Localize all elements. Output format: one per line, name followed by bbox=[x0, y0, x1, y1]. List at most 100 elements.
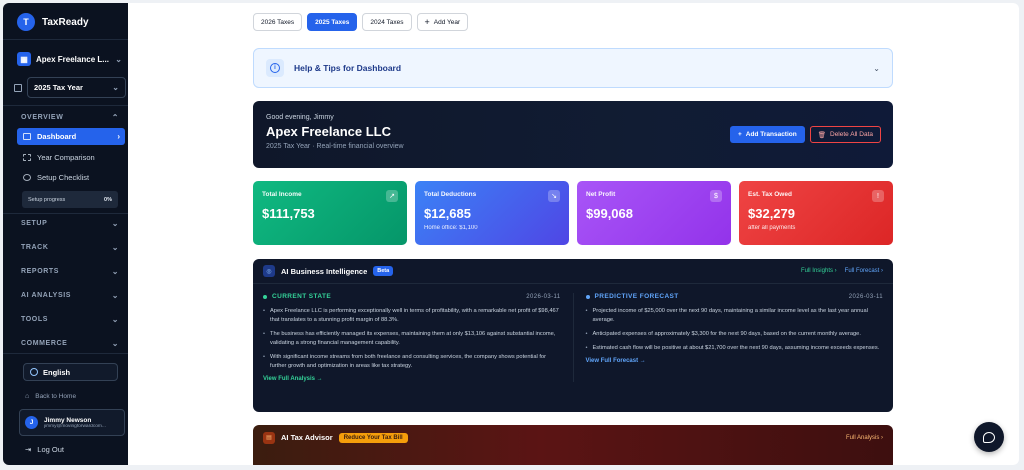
sidebar-item-label: Dashboard bbox=[37, 132, 77, 141]
tax-year-selector[interactable]: 2025 Tax Year ⌄ bbox=[27, 77, 126, 98]
sidebar-divider bbox=[3, 105, 128, 106]
list-item: With significant income streams from bot… bbox=[263, 353, 561, 371]
stat-card-total-deductions[interactable]: Total Deductions $12,685 Home office: $1… bbox=[415, 181, 569, 245]
stat-value: $12,685 bbox=[424, 206, 471, 221]
sidebar-divider bbox=[3, 39, 128, 40]
tab-2025-taxes[interactable]: 2025 Taxes bbox=[307, 13, 358, 31]
chevron-down-icon: ⌄ bbox=[111, 315, 119, 324]
chevron-right-icon: › bbox=[117, 132, 120, 141]
list-item: Apex Freelance LLC is performing excepti… bbox=[263, 307, 561, 325]
chevron-down-icon: ⌄ bbox=[112, 83, 119, 92]
section-commerce[interactable]: COMMERCE ⌄ bbox=[21, 339, 119, 348]
user-email: jimmy@movingforwardcom... bbox=[44, 423, 106, 429]
current-state-column: CURRENT STATE 2026-03-11 Apex Freelance … bbox=[263, 293, 561, 382]
section-label: TOOLS bbox=[21, 316, 48, 323]
checklist-icon bbox=[23, 174, 31, 181]
stat-card-total-income[interactable]: Total Income $111,753 ↗ bbox=[253, 181, 407, 245]
hero-actions: + Add Transaction 🗑 Delete All Data bbox=[730, 126, 881, 143]
sidebar-item-dashboard[interactable]: Dashboard › bbox=[17, 128, 125, 145]
brain-icon: ◎ bbox=[263, 265, 275, 277]
ai-panel-title: AI Business Intelligence bbox=[281, 266, 368, 276]
section-label: REPORTS bbox=[21, 268, 60, 275]
alert-icon: ! bbox=[872, 190, 884, 202]
brand-name: TaxReady bbox=[42, 16, 89, 28]
view-full-analysis-link[interactable]: View Full Analysis → bbox=[263, 376, 561, 382]
add-year-button[interactable]: + Add Year bbox=[416, 13, 469, 31]
section-track[interactable]: TRACK ⌄ bbox=[21, 243, 119, 252]
section-reports[interactable]: REPORTS ⌄ bbox=[21, 267, 119, 276]
help-title: Help & Tips for Dashboard bbox=[294, 63, 402, 73]
tax-year-selector-row: 2025 Tax Year ⌄ bbox=[14, 77, 126, 98]
logout-button[interactable]: ⇥ Log Out bbox=[25, 445, 64, 454]
add-transaction-label: Add Transaction bbox=[745, 131, 797, 138]
add-transaction-button[interactable]: + Add Transaction bbox=[730, 126, 805, 143]
year-tabs: 2026 Taxes 2025 Taxes 2024 Taxes + Add Y… bbox=[253, 13, 469, 31]
ai-panel-header: ◎ AI Business Intelligence Beta Full Ins… bbox=[253, 259, 893, 284]
stat-card-est-tax-owed[interactable]: Est. Tax Owed $32,279 after all payments… bbox=[739, 181, 893, 245]
stat-label: Net Profit bbox=[586, 191, 616, 198]
logout-icon: ⇥ bbox=[25, 445, 32, 454]
user-card[interactable]: J Jimmy Newson jimmy@movingforwardcom... bbox=[19, 409, 125, 436]
list-item: Estimated cash flow will be positive at … bbox=[586, 344, 884, 353]
full-insights-link[interactable]: Full Insights › bbox=[801, 268, 837, 274]
stats-row: Total Income $111,753 ↗ Total Deductions… bbox=[253, 181, 893, 245]
user-info: Jimmy Newson jimmy@movingforwardcom... bbox=[44, 417, 120, 429]
stat-card-net-profit[interactable]: Net Profit $99,068 $ bbox=[577, 181, 731, 245]
delete-all-data-button[interactable]: 🗑 Delete All Data bbox=[809, 126, 881, 143]
tab-2024-taxes[interactable]: 2024 Taxes bbox=[362, 13, 412, 31]
delete-all-label: Delete All Data bbox=[830, 131, 873, 138]
chevron-up-icon: ⌃ bbox=[111, 113, 119, 122]
home-icon: ⌂ bbox=[25, 393, 30, 400]
status-dot-icon bbox=[263, 294, 267, 299]
document-icon: ▤ bbox=[263, 431, 275, 444]
user-name: Jimmy Newson bbox=[44, 416, 92, 424]
section-overview[interactable]: OVERVIEW ⌃ bbox=[21, 113, 119, 122]
sidebar-item-year-comparison[interactable]: Year Comparison bbox=[17, 149, 125, 166]
back-to-home-label: Back to Home bbox=[35, 393, 77, 400]
app-window: T TaxReady ▦ Apex Freelance L... ⌄ 2025 … bbox=[0, 0, 1024, 470]
help-tips-panel[interactable]: i Help & Tips for Dashboard ⌄ bbox=[253, 48, 893, 88]
current-state-title: CURRENT STATE bbox=[272, 293, 332, 300]
sidebar-item-setup-checklist[interactable]: Setup Checklist bbox=[17, 169, 125, 186]
section-setup[interactable]: SETUP ⌄ bbox=[21, 219, 119, 228]
tab-2026-taxes[interactable]: 2026 Taxes bbox=[253, 13, 303, 31]
company-selector[interactable]: ▦ Apex Freelance L... ⌄ bbox=[17, 50, 122, 68]
globe-icon bbox=[30, 368, 38, 376]
chat-bubble-icon bbox=[983, 431, 995, 443]
status-dot-icon bbox=[585, 294, 590, 299]
hero-banner: Good evening, Jimmy Apex Freelance LLC 2… bbox=[253, 101, 893, 168]
brand-logo-icon: T bbox=[17, 13, 35, 31]
setup-progress-value: 0% bbox=[104, 196, 112, 203]
logout-label: Log Out bbox=[37, 445, 64, 454]
greeting: Good evening, Jimmy bbox=[266, 114, 334, 121]
view-full-forecast-link[interactable]: View Full Forecast → bbox=[586, 358, 884, 364]
calendar-icon bbox=[14, 83, 22, 92]
section-tools[interactable]: TOOLS ⌄ bbox=[21, 315, 119, 324]
compare-icon bbox=[23, 154, 31, 161]
chevron-down-icon: ⌄ bbox=[111, 267, 119, 276]
chat-button[interactable] bbox=[974, 422, 1004, 452]
full-forecast-link[interactable]: Full Forecast › bbox=[845, 268, 883, 274]
sidebar: T TaxReady ▦ Apex Freelance L... ⌄ 2025 … bbox=[3, 3, 128, 465]
tax-advisor-header: ▤ AI Tax Advisor Reduce Your Tax Bill Fu… bbox=[263, 425, 883, 450]
stat-label: Total Deductions bbox=[424, 191, 477, 198]
section-ai-analysis[interactable]: AI ANALYSIS ⌄ bbox=[21, 291, 119, 300]
stat-value: $111,753 bbox=[262, 206, 315, 221]
setup-progress-label: Setup progress bbox=[28, 196, 66, 203]
plus-icon: + bbox=[424, 17, 430, 27]
back-to-home-link[interactable]: ⌂ Back to Home bbox=[25, 393, 76, 400]
language-label: English bbox=[43, 367, 71, 377]
stat-label: Total Income bbox=[262, 191, 302, 198]
current-state-heading: CURRENT STATE 2026-03-11 bbox=[263, 293, 561, 300]
section-label: TRACK bbox=[21, 244, 49, 251]
chevron-down-icon: ⌄ bbox=[111, 339, 119, 348]
full-analysis-link[interactable]: Full Analysis › bbox=[846, 435, 883, 441]
brand[interactable]: T TaxReady bbox=[17, 13, 89, 31]
stat-sub: Home office: $1,100 bbox=[424, 225, 478, 231]
forecast-bullets: Projected income of $25,000 over the nex… bbox=[586, 307, 884, 353]
language-button[interactable]: English bbox=[23, 363, 118, 381]
add-year-label: Add Year bbox=[433, 18, 461, 26]
list-item: Anticipated expenses of approximately $3… bbox=[586, 330, 884, 339]
section-label: COMMERCE bbox=[21, 340, 68, 347]
stat-value: $99,068 bbox=[586, 206, 633, 221]
